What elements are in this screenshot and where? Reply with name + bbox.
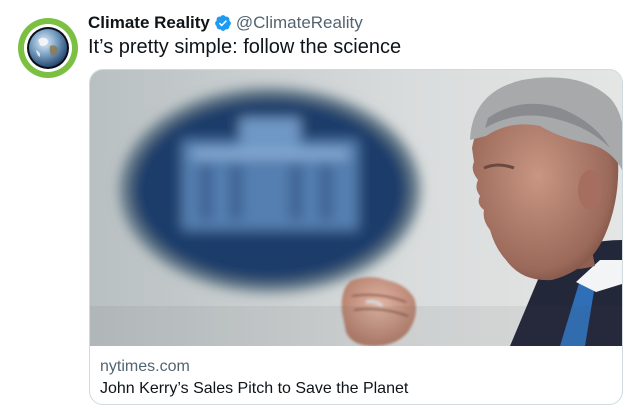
- card-title[interactable]: John Kerry’s Sales Pitch to Save the Pla…: [100, 380, 408, 398]
- earth-globe-icon: [27, 27, 69, 69]
- avatar[interactable]: [18, 18, 78, 78]
- author-handle[interactable]: @ClimateReality: [236, 13, 363, 33]
- link-card[interactable]: nytimes.com John Kerry’s Sales Pitch to …: [89, 69, 623, 405]
- card-image: [90, 70, 622, 346]
- verified-badge-icon: [214, 14, 232, 32]
- card-domain[interactable]: nytimes.com: [100, 358, 190, 376]
- tweet-header: Climate Reality @ClimateReality: [88, 12, 363, 34]
- tweet-text: It’s pretty simple: follow the science: [88, 36, 402, 58]
- press-room-photo: [90, 70, 622, 346]
- author-name[interactable]: Climate Reality: [88, 13, 210, 33]
- tweet[interactable]: Climate Reality @ClimateReality It’s pre…: [0, 0, 640, 410]
